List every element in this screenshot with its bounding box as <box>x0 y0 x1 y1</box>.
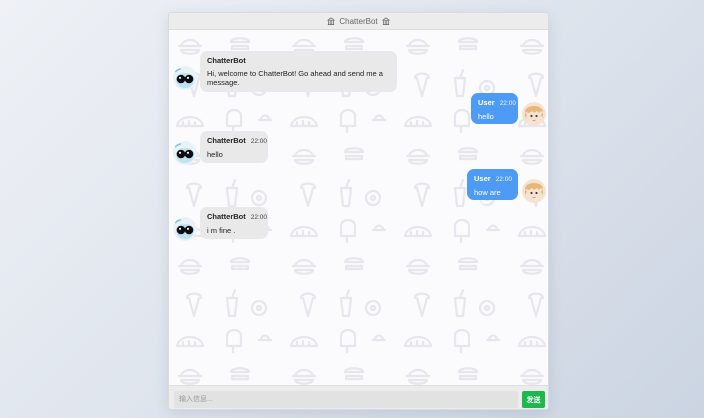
message-text: Hi, welcome to ChatterBot! Go ahead and … <box>207 69 383 87</box>
message-text: how are you <box>474 188 501 206</box>
sender-name: User <box>478 98 495 107</box>
message-text: i m fine . <box>207 226 236 235</box>
chatterbot-avatar <box>173 141 197 165</box>
chat-window: ChatterBot ChatterBot Hi, welcome to Cha… <box>168 12 549 410</box>
message-text: hello <box>207 150 223 159</box>
sender-name: ChatterBot <box>207 136 246 145</box>
message-time: 22:00 <box>250 138 268 145</box>
message-bubble: ChatterBot Hi, welcome to ChatterBot! Go… <box>200 51 397 92</box>
send-button[interactable]: 发送 <box>522 391 545 408</box>
sender-name: User <box>474 174 491 183</box>
message-time: 22:00 <box>250 214 268 221</box>
building-icon <box>327 17 336 25</box>
message-input[interactable] <box>174 391 518 408</box>
message-time: 22:00 <box>495 176 512 183</box>
user-avatar <box>522 102 546 126</box>
sender-name: ChatterBot <box>207 56 246 65</box>
building-icon <box>381 17 390 25</box>
message-bubble: User 22:00 hello <box>471 93 518 124</box>
message-bubble: ChatterBot 22:00 i m fine . <box>200 207 268 239</box>
user-avatar <box>522 179 546 203</box>
chat-header: ChatterBot <box>169 13 548 30</box>
message-composer: 发送 <box>169 385 548 409</box>
message-time: 22:00 <box>499 100 516 107</box>
message-list[interactable]: ChatterBot Hi, welcome to ChatterBot! Go… <box>169 30 548 385</box>
chatterbot-avatar <box>173 66 197 90</box>
message-text: hello <box>478 112 494 121</box>
message-bubble: User 22:00 how are you <box>467 169 518 206</box>
message-bubble: ChatterBot 22:00 hello <box>200 131 268 163</box>
chat-title: ChatterBot <box>339 16 378 26</box>
sender-name: ChatterBot <box>207 212 246 221</box>
chatterbot-avatar <box>173 217 197 241</box>
